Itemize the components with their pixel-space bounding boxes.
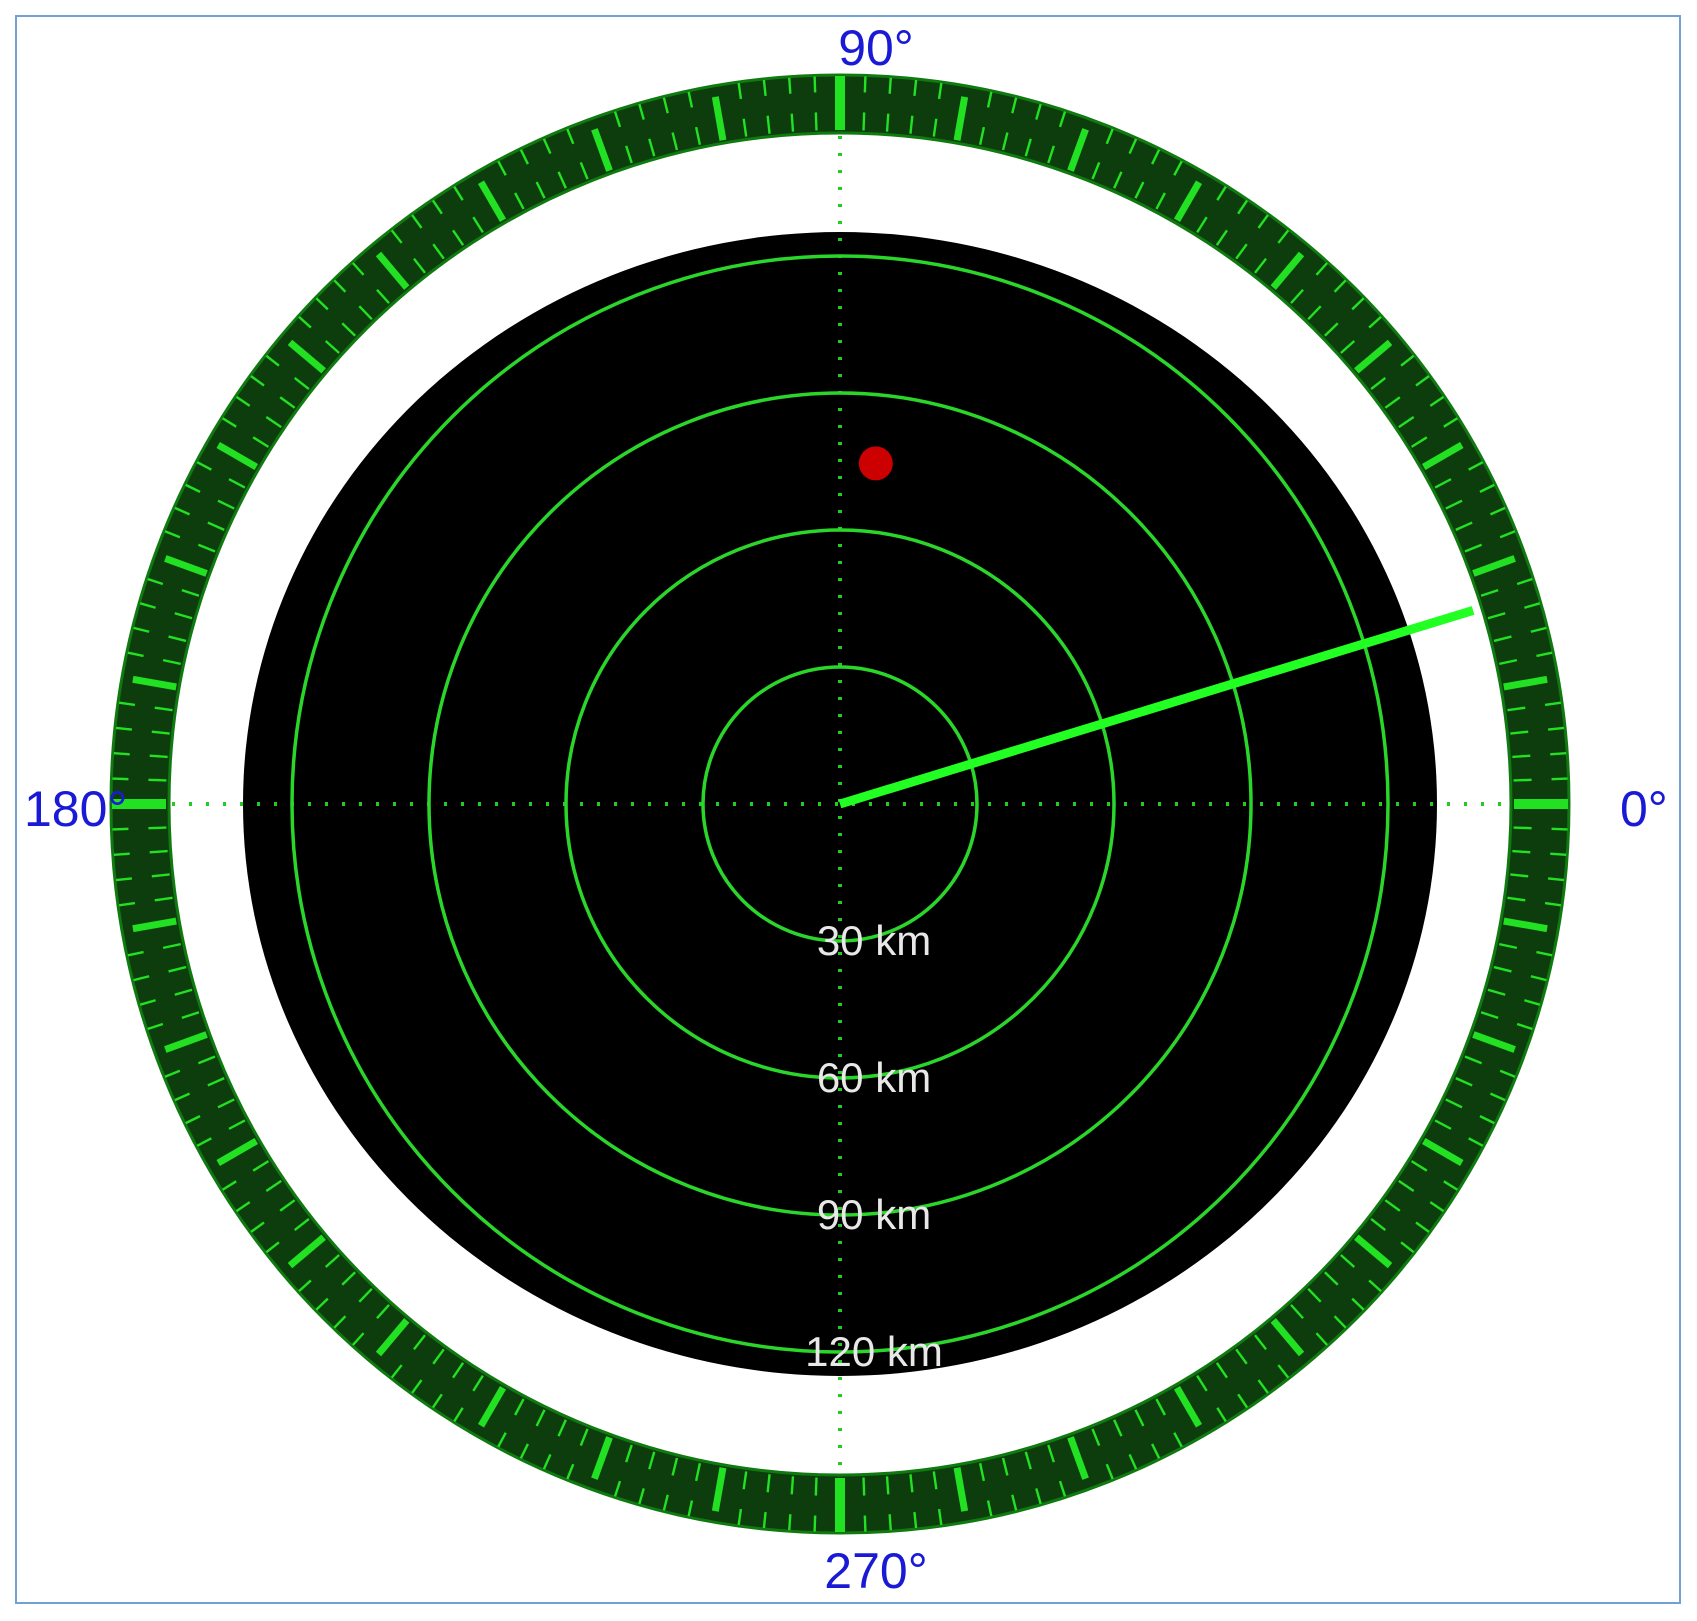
bezel-minor-tick	[790, 113, 795, 132]
bezel-outer-tick	[1550, 852, 1567, 856]
bearing-label-270: 270°	[824, 1543, 927, 1599]
bezel-outer-tick	[762, 79, 767, 97]
bezel-outer-tick	[913, 1511, 918, 1529]
bezel-minor-tick	[148, 778, 167, 782]
bezel-outer-tick	[1551, 777, 1568, 781]
bezel-outer-tick	[115, 877, 133, 882]
range-label-120km: 120 km	[805, 1328, 943, 1375]
bearing-label-0: 0°	[1620, 781, 1668, 837]
bezel-outer-tick	[788, 1514, 792, 1531]
bezel-minor-tick	[1513, 778, 1532, 782]
bezel-minor-tick	[814, 112, 818, 131]
range-label-90km: 90 km	[817, 1191, 931, 1238]
bearing-label-90: 90°	[838, 20, 914, 76]
bezel-minor-tick	[149, 849, 168, 854]
bezel-minor-tick	[790, 1476, 795, 1495]
bezel-minor-tick	[862, 112, 866, 131]
bezel-minor-tick	[862, 1477, 866, 1496]
bezel-minor-tick	[1512, 754, 1531, 759]
radar-display: 30 km 60 km 90 km 120 km 0° 90° 180° 270°	[24, 20, 1668, 1599]
bezel-minor-tick	[1513, 826, 1532, 830]
target-blip[interactable]	[858, 446, 893, 481]
bezel-minor-tick	[149, 754, 168, 759]
bezel-outer-tick	[813, 1515, 817, 1532]
bezel-outer-tick	[113, 852, 130, 856]
bezel-outer-tick	[913, 79, 918, 97]
bezel-minor-tick	[885, 113, 890, 132]
bezel-outer-tick	[1550, 752, 1567, 756]
bezel-minor-tick	[1512, 849, 1531, 854]
bezel-outer-tick	[1551, 827, 1568, 831]
bearing-label-180: 180°	[24, 781, 127, 837]
bezel-outer-tick	[813, 76, 817, 93]
bezel-outer-tick	[888, 1514, 892, 1531]
range-label-60km: 60 km	[817, 1054, 931, 1101]
bezel-outer-tick	[112, 777, 129, 781]
bezel-outer-tick	[113, 752, 130, 756]
bezel-outer-tick	[1547, 726, 1565, 731]
bezel-outer-tick	[1547, 877, 1565, 882]
bezel-outer-tick	[863, 1515, 867, 1532]
bezel-outer-tick	[888, 77, 892, 94]
bezel-outer-tick	[863, 76, 867, 93]
bezel-outer-tick	[115, 726, 133, 731]
bezel-outer-tick	[762, 1511, 767, 1529]
bezel-outer-tick	[788, 77, 792, 94]
bezel-minor-tick	[814, 1477, 818, 1496]
bezel-minor-tick	[148, 826, 167, 830]
range-label-30km: 30 km	[817, 917, 931, 964]
bezel-minor-tick	[885, 1476, 890, 1495]
